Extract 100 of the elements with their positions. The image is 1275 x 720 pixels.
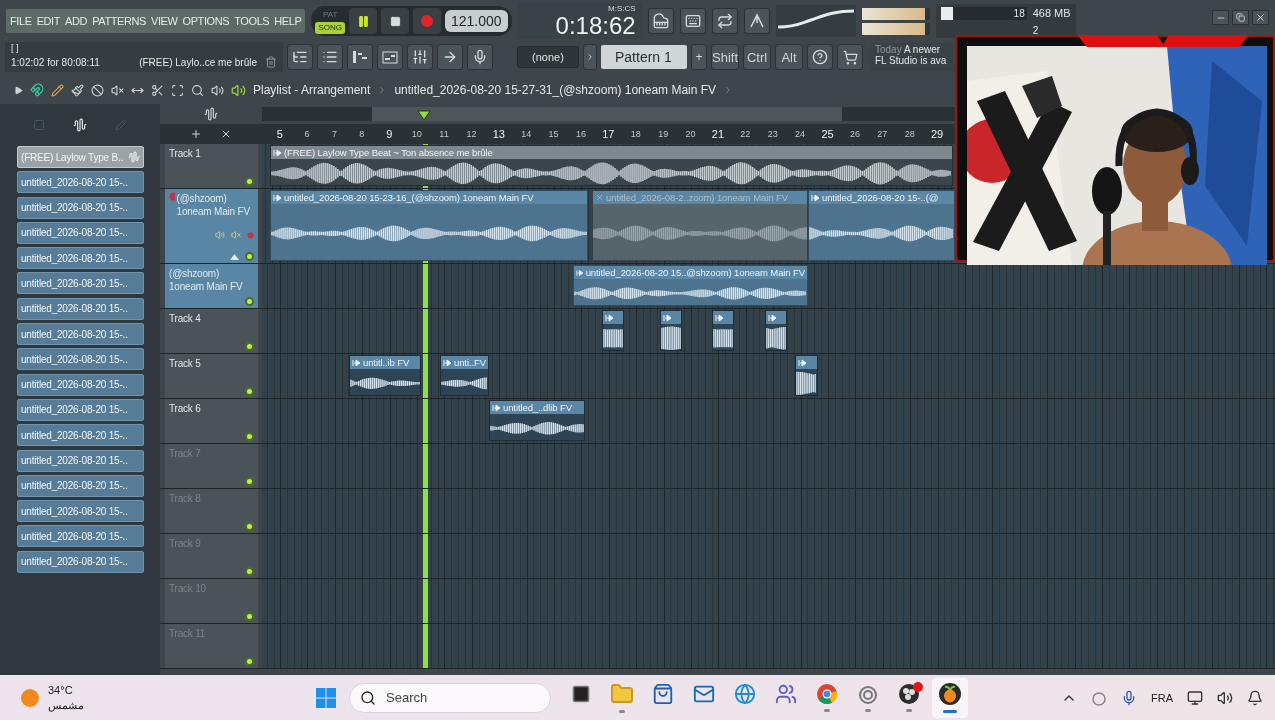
track-enable-led[interactable]: [245, 177, 254, 186]
track-header[interactable]: Track 1: [165, 144, 258, 188]
menu-item[interactable]: PATTERNS: [91, 15, 147, 27]
mute-tool-icon[interactable]: [111, 83, 124, 97]
minimize-button[interactable]: [1212, 10, 1229, 25]
audio-clip[interactable]: untitl..ib FV: [349, 355, 421, 396]
add-pattern-button[interactable]: +: [691, 44, 707, 70]
loop-button[interactable]: [711, 8, 738, 34]
play-pause-button[interactable]: [349, 8, 377, 34]
network-icon[interactable]: [1187, 689, 1203, 706]
audio-clip[interactable]: untitled_2026-08-20 15-..(@: [808, 190, 955, 261]
track-volume-icon[interactable]: [215, 230, 225, 240]
browser-item[interactable]: untitled_2026-08-20 15-..: [17, 272, 144, 295]
browser-item[interactable]: untitled_2026-08-20 15-..: [17, 550, 144, 573]
close-button[interactable]: [1252, 10, 1269, 25]
browser-item[interactable]: untitled_2026-08-20 15-..: [17, 525, 144, 548]
arrow-button[interactable]: [437, 44, 463, 70]
keyboard-button[interactable]: [647, 8, 674, 34]
browser-item[interactable]: untitled_2026-08-20 15-..: [17, 474, 144, 497]
track-record-icon[interactable]: [247, 231, 254, 239]
waveform-icon[interactable]: [73, 118, 87, 132]
track-enable-led[interactable]: [245, 612, 254, 621]
browser-item[interactable]: (FREE) Laylow Type B..: [17, 146, 144, 168]
audio-clip[interactable]: [712, 310, 734, 351]
browser-item[interactable]: untitled_2026-08-20 15-..: [17, 373, 144, 396]
browser-item[interactable]: untitled_2026-08-20 15-..: [17, 247, 144, 270]
browser-item[interactable]: untitled_2026-08-20 15-..: [17, 171, 144, 194]
track-mute-icon[interactable]: [231, 230, 241, 240]
expand-icon[interactable]: [14, 85, 23, 95]
browser-item[interactable]: untitled_2026-08-20 15-..: [17, 424, 144, 447]
menu-item[interactable]: FILE: [9, 15, 33, 27]
delete-tool-icon[interactable]: [91, 83, 104, 97]
tempo-display[interactable]: 121.000: [445, 10, 508, 32]
close-icon[interactable]: [220, 128, 232, 140]
ring-icon[interactable]: [1091, 689, 1107, 706]
track-enable-led[interactable]: [245, 477, 254, 486]
browser-item[interactable]: untitled_2026-08-20 15-..: [17, 297, 144, 320]
playlist-button[interactable]: [377, 44, 403, 70]
browser-item[interactable]: untitled_2026-08-20 15-..: [17, 398, 144, 421]
browser-item[interactable]: untitled_2026-08-20 15-..: [17, 449, 144, 472]
browser-item[interactable]: untitled_2026-08-20 15-..: [17, 221, 144, 244]
search-field[interactable]: Search: [349, 682, 551, 713]
browser-item[interactable]: untitled_2026-08-20 15-..: [17, 196, 144, 219]
help-button[interactable]: [807, 44, 833, 70]
zoom-tool-icon[interactable]: [191, 83, 204, 97]
browser-item[interactable]: untitled_2026-08-20 15-..: [17, 348, 144, 371]
menu-item[interactable]: HELP: [273, 15, 303, 27]
track-enable-led[interactable]: [245, 387, 254, 396]
collapse-icon[interactable]: [230, 253, 239, 260]
track-header[interactable]: (@shzoom) 1oneam Main FV: [165, 264, 258, 308]
slice-tool-icon[interactable]: [151, 83, 164, 97]
audio-clip[interactable]: [602, 310, 624, 351]
stop-button[interactable]: [381, 8, 409, 34]
track-enable-led[interactable]: [245, 567, 254, 576]
brush-icon[interactable]: [71, 83, 84, 97]
channel-dropdown[interactable]: (none): [517, 46, 579, 68]
browser-item[interactable]: untitled_2026-08-20 15-..: [17, 323, 144, 346]
microphone-icon[interactable]: [1121, 689, 1137, 706]
magnet-icon[interactable]: [30, 83, 44, 97]
track-enable-led[interactable]: [245, 342, 254, 351]
mode-toggle[interactable]: SONG: [315, 21, 345, 34]
start-icon[interactable]: [315, 686, 337, 709]
track-enable-led[interactable]: [245, 252, 254, 261]
pencil-icon[interactable]: [51, 83, 64, 97]
track-header[interactable]: Track 5: [165, 354, 258, 398]
browser-button[interactable]: [287, 44, 313, 70]
audio-clip[interactable]: unti..FV: [440, 355, 489, 396]
modifier-button[interactable]: Alt: [775, 44, 803, 70]
pattern-field[interactable]: Pattern 1: [601, 45, 687, 69]
audio-clip[interactable]: untitled_2026-08-20 15-23-16_(@shzoom) 1oneam Main FV: [270, 190, 588, 261]
language-indicator[interactable]: FRA: [1151, 691, 1173, 704]
pattern-arrow-button[interactable]: [583, 44, 597, 70]
piano-roll-button[interactable]: [347, 44, 373, 70]
playhead-marker[interactable]: [417, 110, 431, 121]
playback-tool-icon[interactable]: [211, 83, 224, 97]
volume-icon[interactable]: [1217, 689, 1233, 706]
audio-clip[interactable]: untitled_2026-08-20 15..@shzoom) 1oneam Main FV: [573, 265, 808, 306]
menu-item[interactable]: ADD: [64, 15, 89, 27]
modifier-button[interactable]: Ctrl: [743, 44, 771, 70]
browser-item[interactable]: untitled_2026-08-20 15-..: [17, 500, 144, 523]
track-enable-led[interactable]: [245, 297, 254, 306]
menu-item[interactable]: OPTIONS: [181, 15, 231, 27]
mixer-button[interactable]: [407, 44, 433, 70]
channel-rack-button[interactable]: [317, 44, 343, 70]
mode-toggle[interactable]: PAT: [320, 8, 341, 21]
audio-clip[interactable]: [660, 310, 682, 351]
audio-clip[interactable]: untitled_..dlib FV: [489, 400, 585, 441]
track-enable-led[interactable]: [245, 432, 254, 441]
menu-item[interactable]: EDIT: [35, 15, 62, 27]
select-tool-icon[interactable]: [171, 83, 184, 97]
cart-button[interactable]: [837, 44, 863, 70]
track-header[interactable]: Track 4: [165, 309, 258, 353]
audio-clip[interactable]: (FREE) Laylow Type Beat ~ Ton absence me brûle: [270, 145, 953, 186]
audio-clip[interactable]: [795, 355, 818, 396]
menu-item[interactable]: TOOLS: [233, 15, 271, 27]
track-enable-led[interactable]: [245, 657, 254, 666]
microphone-button[interactable]: [467, 44, 493, 70]
add-track-icon[interactable]: [190, 128, 202, 140]
scroll-thumb[interactable]: [372, 107, 842, 121]
track-header[interactable]: (@shzoom) 1oneam Main FV: [165, 189, 258, 263]
